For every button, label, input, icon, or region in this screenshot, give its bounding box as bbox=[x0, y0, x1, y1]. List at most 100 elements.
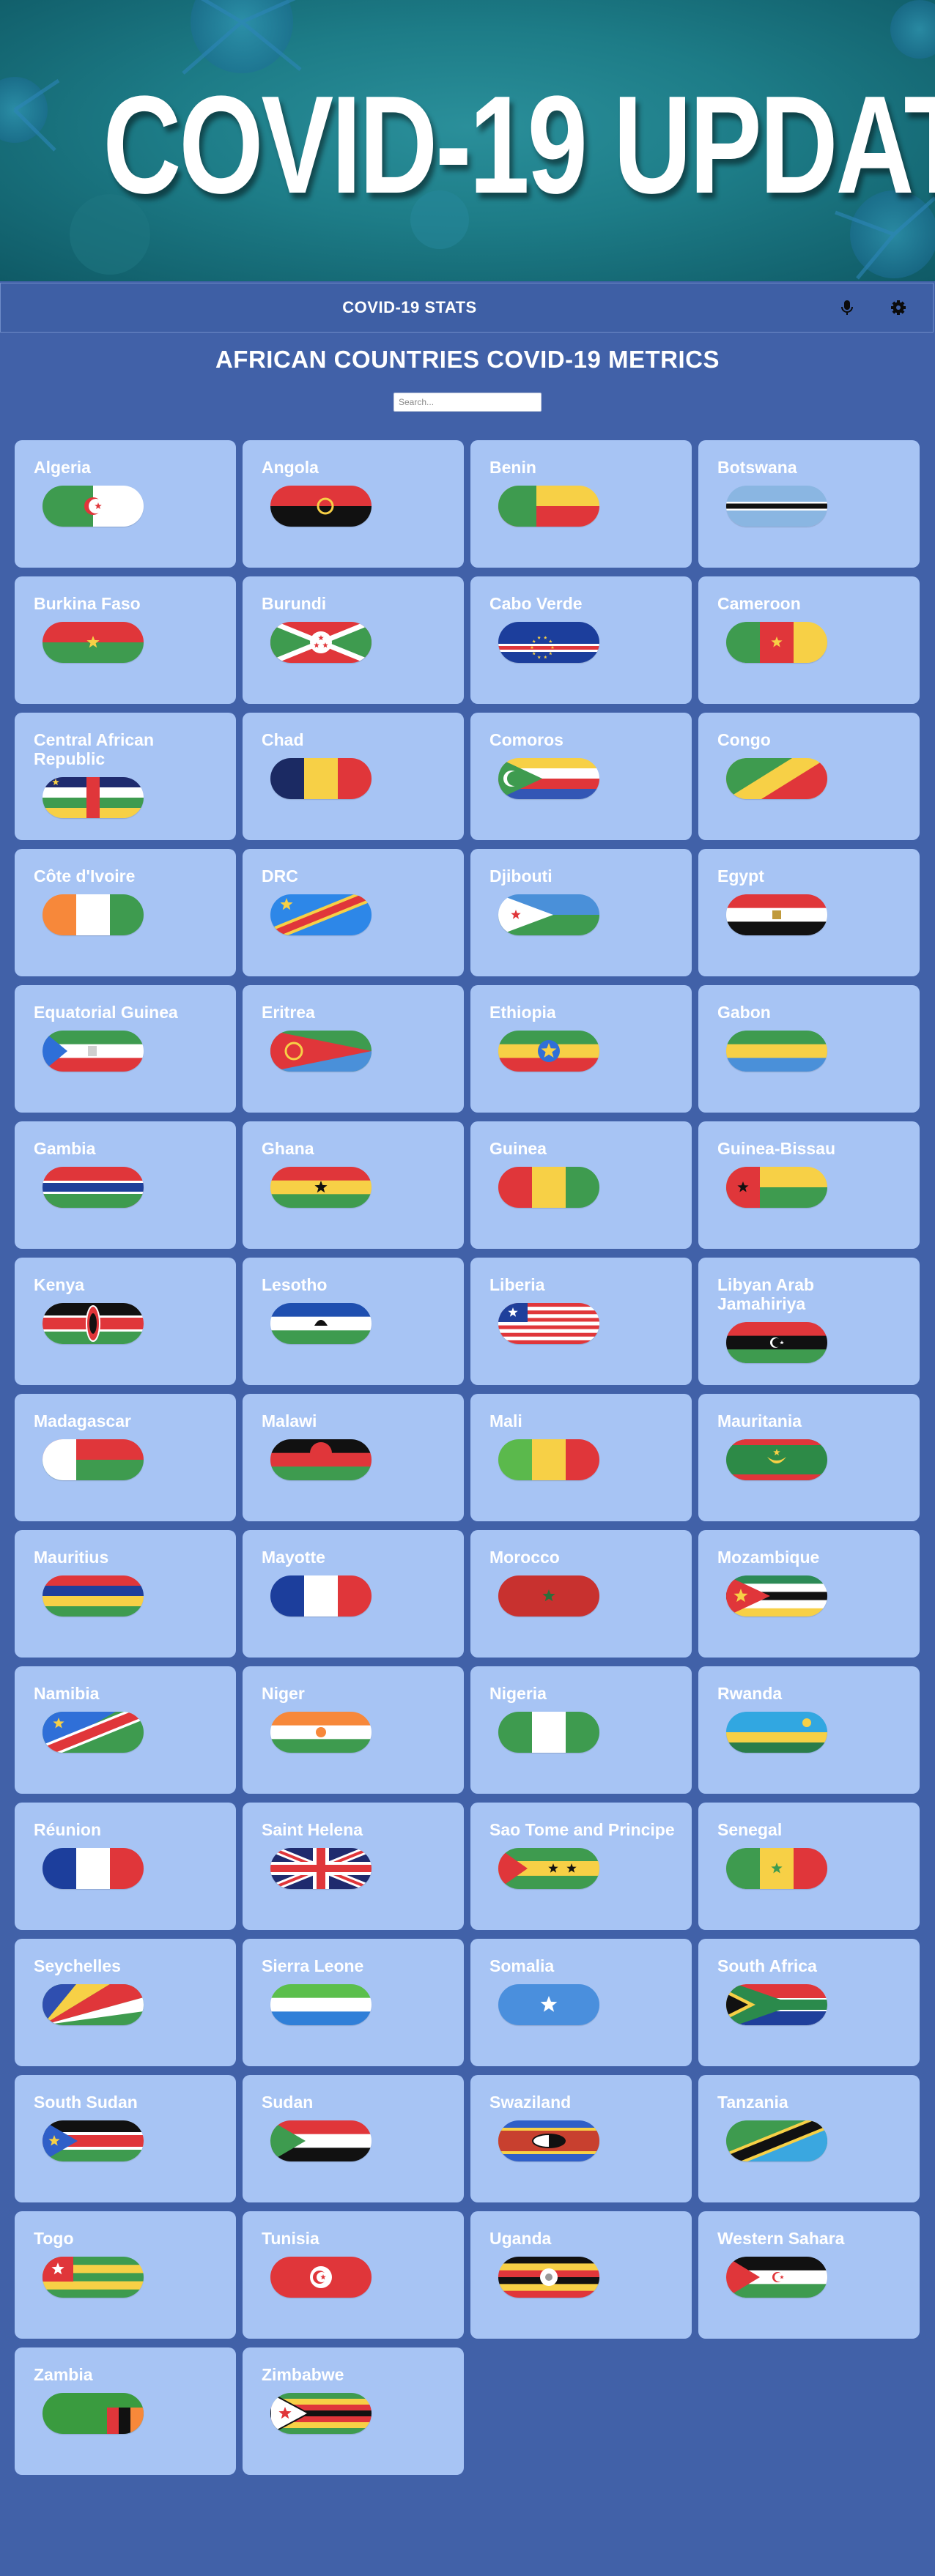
country-card[interactable]: South Sudan bbox=[15, 2075, 236, 2202]
country-card[interactable]: Guinea bbox=[470, 1121, 692, 1249]
country-flag bbox=[726, 486, 827, 527]
country-flag bbox=[726, 1984, 827, 2025]
country-card[interactable]: Gabon bbox=[698, 985, 920, 1113]
country-card[interactable]: Liberia bbox=[470, 1258, 692, 1385]
country-card[interactable]: Chad bbox=[243, 713, 464, 840]
country-card[interactable]: Swaziland bbox=[470, 2075, 692, 2202]
country-name: Togo bbox=[34, 2229, 74, 2248]
country-name: Mozambique bbox=[717, 1548, 820, 1567]
country-flag bbox=[42, 486, 144, 527]
country-card[interactable]: Nigeria bbox=[470, 1666, 692, 1794]
country-card[interactable]: Morocco bbox=[470, 1530, 692, 1658]
country-card[interactable]: Tunisia bbox=[243, 2211, 464, 2339]
country-flag bbox=[42, 1712, 144, 1753]
country-name: Angola bbox=[262, 458, 319, 477]
country-card[interactable]: Cameroon bbox=[698, 576, 920, 704]
country-name: Equatorial Guinea bbox=[34, 1003, 178, 1022]
search-input[interactable] bbox=[393, 393, 542, 412]
country-flag bbox=[42, 1031, 144, 1072]
country-card[interactable]: Lesotho bbox=[243, 1258, 464, 1385]
country-card[interactable]: Mauritania bbox=[698, 1394, 920, 1521]
country-card[interactable]: Sudan bbox=[243, 2075, 464, 2202]
country-name: Mayotte bbox=[262, 1548, 325, 1567]
country-card[interactable]: Ethiopia bbox=[470, 985, 692, 1113]
country-card[interactable]: Ghana bbox=[243, 1121, 464, 1249]
country-card[interactable]: Burkina Faso bbox=[15, 576, 236, 704]
country-name: Liberia bbox=[489, 1275, 545, 1294]
country-name: Congo bbox=[717, 730, 771, 749]
country-card[interactable]: Somalia bbox=[470, 1939, 692, 2066]
country-card[interactable]: Guinea-Bissau bbox=[698, 1121, 920, 1249]
country-card[interactable]: Malawi bbox=[243, 1394, 464, 1521]
microphone-icon[interactable] bbox=[836, 297, 858, 319]
country-card[interactable]: Sao Tome and Principe bbox=[470, 1803, 692, 1930]
country-name: Tanzania bbox=[717, 2093, 788, 2112]
country-grid: Algeria Angola Benin Botswana Burkina Faso Bu… bbox=[15, 440, 920, 2475]
country-name: Lesotho bbox=[262, 1275, 328, 1294]
country-card[interactable]: Djibouti bbox=[470, 849, 692, 976]
country-flag bbox=[42, 777, 144, 818]
country-name: Egypt bbox=[717, 866, 764, 886]
country-card[interactable]: Central African Republic bbox=[15, 713, 236, 840]
country-name: Guinea-Bissau bbox=[717, 1139, 836, 1158]
country-flag bbox=[726, 622, 827, 663]
country-card[interactable]: Madagascar bbox=[15, 1394, 236, 1521]
country-name: Djibouti bbox=[489, 866, 552, 886]
country-card[interactable]: Senegal bbox=[698, 1803, 920, 1930]
country-card[interactable]: Zambia bbox=[15, 2347, 236, 2475]
country-card[interactable]: Gambia bbox=[15, 1121, 236, 1249]
country-card[interactable]: Equatorial Guinea bbox=[15, 985, 236, 1113]
country-name: Niger bbox=[262, 1684, 305, 1703]
country-name: Mali bbox=[489, 1411, 522, 1430]
country-card[interactable]: Seychelles bbox=[15, 1939, 236, 2066]
country-card[interactable]: Burundi bbox=[243, 576, 464, 704]
country-flag bbox=[42, 1984, 144, 2025]
country-card[interactable]: Congo bbox=[698, 713, 920, 840]
country-flag bbox=[270, 758, 372, 799]
country-card[interactable]: Western Sahara bbox=[698, 2211, 920, 2339]
country-name: Sierra Leone bbox=[262, 1956, 364, 1975]
country-card[interactable]: Kenya bbox=[15, 1258, 236, 1385]
country-card[interactable]: Egypt bbox=[698, 849, 920, 976]
country-name: Botswana bbox=[717, 458, 797, 477]
country-card[interactable]: Libyan Arab Jamahiriya bbox=[698, 1258, 920, 1385]
country-name: Saint Helena bbox=[262, 1820, 363, 1839]
country-card[interactable]: Tanzania bbox=[698, 2075, 920, 2202]
country-name: Cabo Verde bbox=[489, 594, 583, 613]
country-name: Malawi bbox=[262, 1411, 317, 1430]
gear-icon[interactable] bbox=[887, 297, 909, 319]
country-card[interactable]: Mayotte bbox=[243, 1530, 464, 1658]
country-card[interactable]: Cabo Verde bbox=[470, 576, 692, 704]
country-card[interactable]: Comoros bbox=[470, 713, 692, 840]
country-name: Burundi bbox=[262, 594, 327, 613]
country-card[interactable]: Benin bbox=[470, 440, 692, 568]
country-card[interactable]: Angola bbox=[243, 440, 464, 568]
country-flag bbox=[498, 1575, 599, 1617]
country-card[interactable]: Botswana bbox=[698, 440, 920, 568]
country-flag bbox=[726, 1712, 827, 1753]
country-flag bbox=[270, 1848, 372, 1889]
country-card[interactable]: Réunion bbox=[15, 1803, 236, 1930]
country-card[interactable]: Togo bbox=[15, 2211, 236, 2339]
country-name: South Africa bbox=[717, 1956, 817, 1975]
country-card[interactable]: Saint Helena bbox=[243, 1803, 464, 1930]
country-card[interactable]: Uganda bbox=[470, 2211, 692, 2339]
country-card[interactable]: Namibia bbox=[15, 1666, 236, 1794]
country-card[interactable]: Sierra Leone bbox=[243, 1939, 464, 2066]
country-card[interactable]: South Africa bbox=[698, 1939, 920, 2066]
country-card[interactable]: Mali bbox=[470, 1394, 692, 1521]
country-card[interactable]: Algeria bbox=[15, 440, 236, 568]
country-card[interactable]: Mauritius bbox=[15, 1530, 236, 1658]
country-flag bbox=[270, 1712, 372, 1753]
country-flag bbox=[726, 758, 827, 799]
country-card[interactable]: Niger bbox=[243, 1666, 464, 1794]
country-card[interactable]: Eritrea bbox=[243, 985, 464, 1113]
country-flag bbox=[498, 758, 599, 799]
country-flag bbox=[42, 622, 144, 663]
country-flag bbox=[270, 1167, 372, 1208]
country-card[interactable]: Rwanda bbox=[698, 1666, 920, 1794]
country-card[interactable]: Zimbabwe bbox=[243, 2347, 464, 2475]
country-card[interactable]: Mozambique bbox=[698, 1530, 920, 1658]
country-card[interactable]: Côte d'Ivoire bbox=[15, 849, 236, 976]
country-card[interactable]: DRC bbox=[243, 849, 464, 976]
